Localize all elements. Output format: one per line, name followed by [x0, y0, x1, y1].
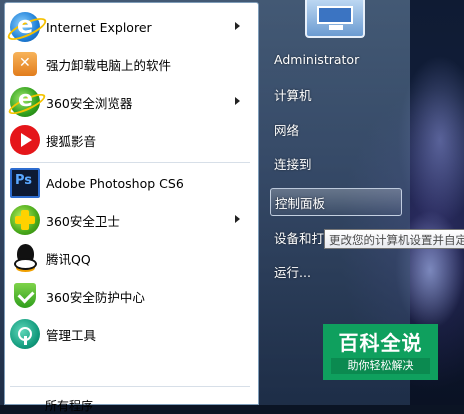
- right-item-label: 设备和打: [274, 230, 325, 246]
- program-qq[interactable]: 腾讯QQ: [6, 240, 248, 276]
- right-item-label: 连接到: [274, 156, 312, 172]
- watermark-title: 百科全说: [338, 331, 423, 355]
- user-picture[interactable]: [305, 0, 365, 38]
- right-item-administrator[interactable]: Administrator: [270, 45, 402, 73]
- qq-icon: [10, 243, 40, 273]
- submenu-arrow-icon: [235, 22, 240, 30]
- browser-360-icon: [10, 87, 40, 117]
- programs-separator: [10, 162, 250, 163]
- program-label: 强力卸载电脑上的软件: [46, 57, 172, 73]
- photoshop-icon: [10, 168, 40, 198]
- program-internet-explorer[interactable]: Internet Explorer: [6, 9, 248, 45]
- all-programs-separator: [10, 386, 250, 387]
- right-item-label: 控制面板: [275, 195, 326, 211]
- submenu-arrow-icon: [235, 215, 240, 223]
- program-sohu-video[interactable]: 搜狐影音: [6, 122, 248, 158]
- admin-tools-icon: [10, 319, 40, 349]
- program-uninstaller[interactable]: 强力卸载电脑上的软件: [6, 46, 248, 82]
- sohu-video-icon: [10, 125, 40, 155]
- submenu-arrow-icon: [235, 97, 240, 105]
- program-admin-tools[interactable]: 管理工具: [6, 316, 248, 352]
- all-programs-link[interactable]: 所有程序: [45, 397, 93, 414]
- right-item-connect-to[interactable]: 连接到: [270, 149, 402, 177]
- program-label: 腾讯QQ: [46, 251, 91, 267]
- watermark-subtitle: 助你轻松解决: [331, 358, 430, 374]
- program-label: 360安全防护中心: [46, 289, 145, 305]
- right-item-label: Administrator: [274, 51, 360, 67]
- 360-guard-icon: [10, 205, 40, 235]
- uninstall-icon: [13, 52, 37, 76]
- program-360-guard[interactable]: 360安全卫士: [6, 202, 248, 238]
- right-item-network[interactable]: 网络: [270, 115, 402, 143]
- program-label: Internet Explorer: [46, 19, 152, 35]
- watermark-logo: 百科全说 助你轻松解决: [323, 324, 438, 380]
- right-item-control-panel[interactable]: 控制面板: [270, 188, 402, 216]
- right-item-label: 计算机: [274, 87, 312, 103]
- right-item-computer[interactable]: 计算机: [270, 80, 402, 108]
- program-label: 360安全浏览器: [46, 95, 133, 111]
- program-label: Adobe Photoshop CS6: [46, 175, 184, 191]
- 360-protection-icon: [10, 281, 40, 311]
- program-360-protection[interactable]: 360安全防护中心: [6, 278, 248, 314]
- program-label: 管理工具: [46, 327, 97, 343]
- right-item-label: 网络: [274, 122, 300, 138]
- right-item-run[interactable]: 运行...: [270, 257, 402, 285]
- internet-explorer-icon: [10, 11, 40, 42]
- control-panel-tooltip: 更改您的计算机设置并自定义: [324, 229, 464, 249]
- program-photoshop[interactable]: Adobe Photoshop CS6: [6, 165, 248, 201]
- program-label: 搜狐影音: [46, 133, 97, 149]
- right-item-label: 运行...: [274, 264, 311, 280]
- program-label: 360安全卫士: [46, 213, 120, 229]
- program-360-browser[interactable]: 360安全浏览器: [6, 84, 248, 120]
